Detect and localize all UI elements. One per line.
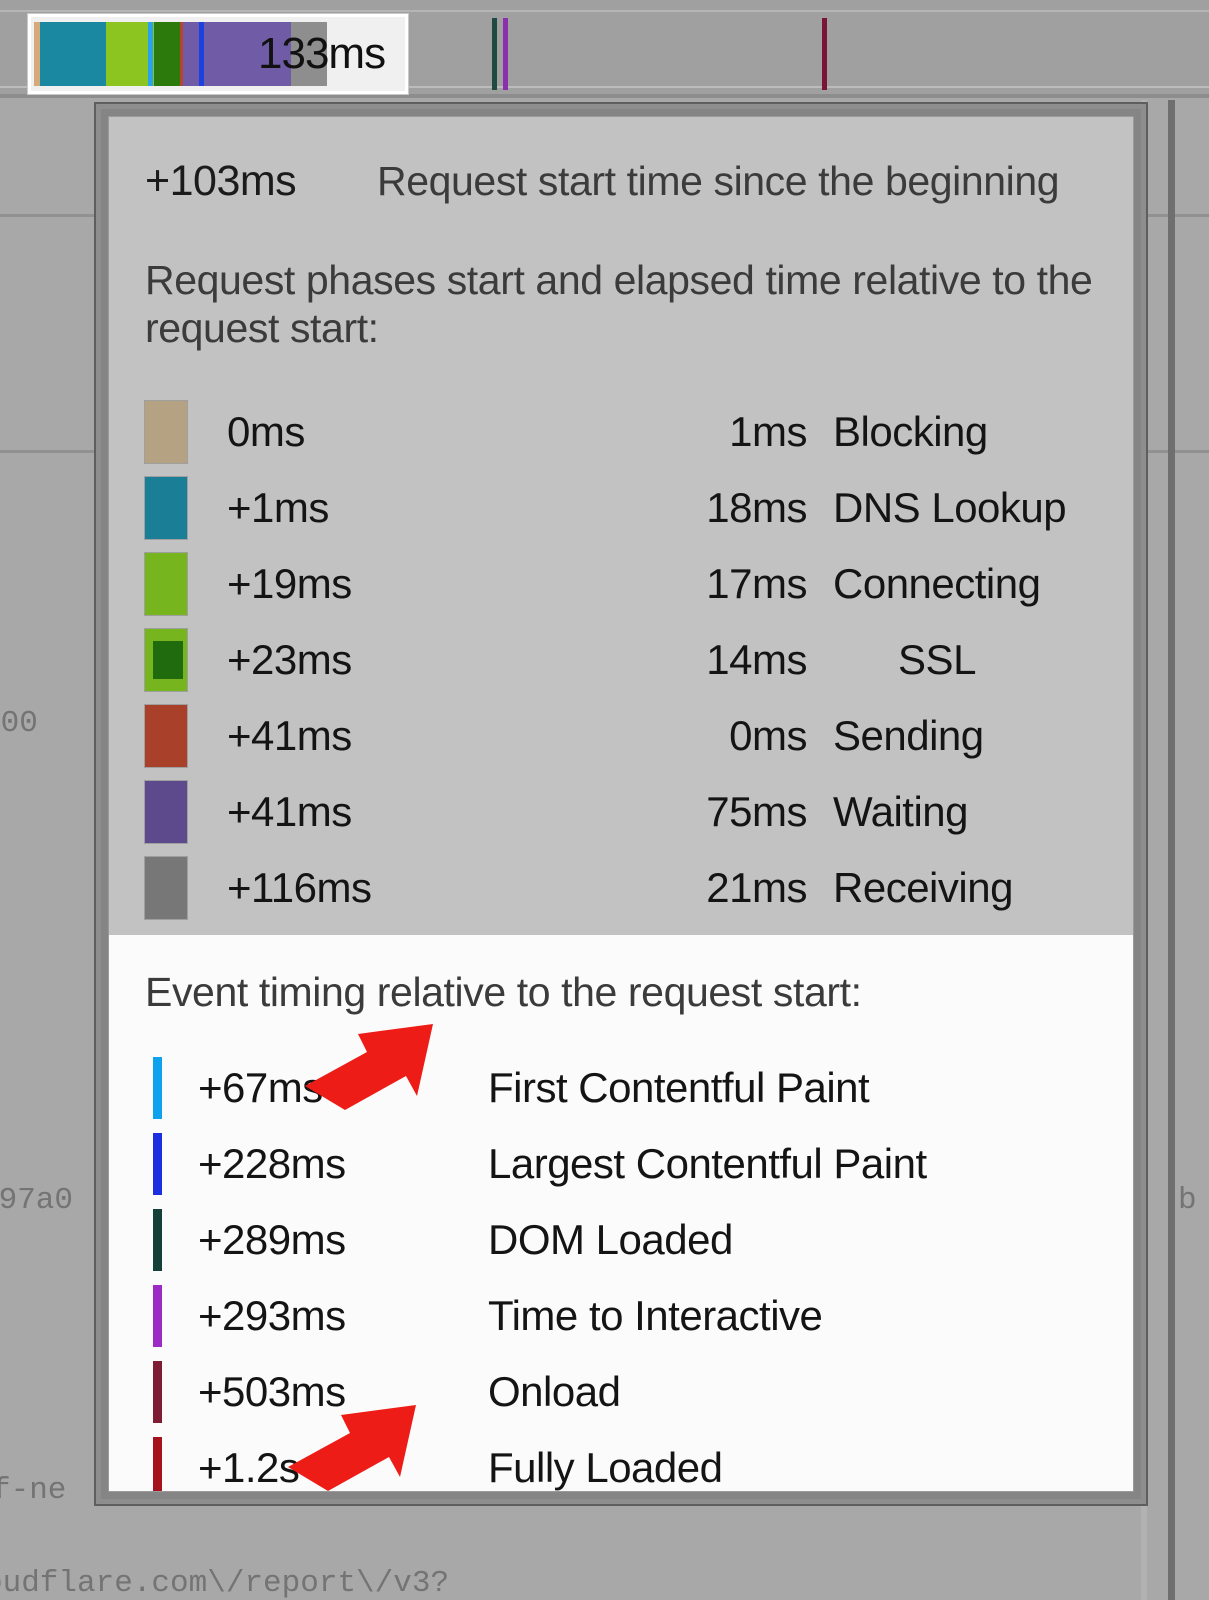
event-time: +289ms [198,1216,346,1263]
phases-intro-text: Request phases start and elapsed time re… [145,257,1093,351]
tooltip-body: +103ms Request start time since the begi… [108,116,1134,1492]
event-row: +289ms DOM Loaded [109,1202,1133,1278]
background-text-fragment-bottom: oudflare.com\/report\/v3? [0,1566,450,1600]
phase-row: +23ms 14ms SSL [109,622,1133,698]
phase-start-time: +23ms [227,636,352,683]
waterfall-marker-largest-contentful-paint [199,22,204,86]
phase-color-swatch-sending [145,705,187,767]
phase-list: 0ms 1ms Blocking +1ms 18ms DNS Lookup +19ms 17m… [109,394,1133,926]
phase-label: DNS Lookup [833,484,1067,531]
phase-color-swatch-waiting [145,781,187,843]
phase-color-swatch-connecting [145,553,187,615]
row-separator [1146,450,1209,453]
row-separator [0,214,96,217]
request-start-time: +103ms [145,157,297,205]
column-divider [1168,100,1175,1600]
event-time: +228ms [198,1140,346,1187]
tooltip-header: +103ms Request start time since the begi… [109,157,1133,206]
phase-color-swatch-receiving [145,857,187,919]
phase-row: +41ms 0ms Sending [109,698,1133,774]
phase-row: +41ms 75ms Waiting [109,774,1133,850]
request-start-description: Request start time since the beginning [377,158,1060,204]
waterfall-segment-dns-lookup [40,22,106,86]
event-row: +503ms Onload [109,1354,1133,1430]
phase-start-time: +1ms [227,484,329,531]
phase-duration: 14ms [706,636,807,683]
phase-label: Sending [833,712,984,759]
phase-label: Waiting [833,788,969,835]
event-time: +67ms [198,1064,323,1111]
background-text-fragment-left-bottom: f-ne [0,1473,67,1508]
phase-start-time: +19ms [227,560,352,607]
phase-duration: 1ms [729,408,807,455]
phase-start-time: +41ms [227,788,352,835]
waterfall-segment-ssl [154,22,180,86]
waterfall-strip: 133ms [0,0,1209,98]
phase-duration: 75ms [706,788,807,835]
background-text-fragment-right: b [1178,1183,1197,1218]
request-timing-tooltip: +103ms Request start time since the begi… [96,104,1146,1504]
event-list: +67ms First Contentful Paint +228ms Largest… [109,1050,1133,1491]
phases-section: +103ms Request start time since the begi… [109,117,1133,935]
phase-label: Connecting [833,560,1041,607]
waterfall-duration-label: 133ms [258,29,386,78]
event-color-marker-dom-loaded [153,1209,162,1271]
phase-label: Blocking [833,408,988,455]
event-label: First Contentful Paint [488,1064,870,1111]
background-text-fragment-left-top: 300 [0,706,38,741]
event-label: Onload [488,1368,621,1415]
event-row: +293ms Time to Interactive [109,1278,1133,1354]
event-color-marker-fully-loaded [153,1437,162,1491]
event-color-marker-time-to-interactive [153,1285,162,1347]
event-time: +1.2s [198,1444,300,1491]
event-color-marker-onload [153,1361,162,1423]
phase-duration: 0ms [729,712,807,759]
phase-swatch-inset [153,641,183,679]
event-row: +1.2s Fully Loaded [109,1430,1133,1491]
phase-duration: 21ms [706,864,807,911]
phase-row: +19ms 17ms Connecting [109,546,1133,622]
phase-color-swatch-ssl [145,629,187,691]
phase-start-time: 0ms [227,408,305,455]
phase-duration: 17ms [706,560,807,607]
phase-row: +1ms 18ms DNS Lookup [109,470,1133,546]
phase-row: 0ms 1ms Blocking [109,394,1133,470]
event-row: +228ms Largest Contentful Paint [109,1126,1133,1202]
events-intro-text: Event timing relative to the request sta… [145,969,862,1015]
phase-start-time: +41ms [227,712,352,759]
phase-color-swatch-dns-lookup [145,477,187,539]
phase-label: Receiving [833,864,1013,911]
phase-start-time: +116ms [227,864,372,911]
event-row: +67ms First Contentful Paint [109,1050,1133,1126]
event-label: Time to Interactive [488,1292,823,1339]
screenshot-root: 300 997a0 f-ne oudflare.com\/report\/v3?… [0,0,1209,1600]
phase-label: SSL [898,636,976,683]
event-time: +503ms [198,1368,346,1415]
waterfall-marker-time-to-interactive [503,18,508,90]
phase-row: +116ms 21ms Receiving [109,850,1133,926]
event-time: +293ms [198,1292,346,1339]
event-label: Largest Contentful Paint [488,1140,927,1187]
event-color-marker-first-contentful-paint [153,1057,162,1119]
phase-color-swatch-blocking [145,401,187,463]
phase-duration: 18ms [706,484,807,531]
event-color-marker-largest-contentful-paint [153,1133,162,1195]
background-text-fragment-left-mid: 997a0 [0,1183,74,1218]
waterfall-segment-connecting [106,22,154,86]
row-separator [1146,214,1209,217]
event-label: Fully Loaded [488,1444,723,1491]
waterfall-marker-onload [822,18,827,90]
waterfall-marker-dom-loaded [492,18,497,90]
row-separator [0,450,96,453]
event-label: DOM Loaded [488,1216,733,1263]
waterfall-marker-first-contentful-paint [148,22,153,86]
events-section: Event timing relative to the request sta… [109,935,1133,1491]
